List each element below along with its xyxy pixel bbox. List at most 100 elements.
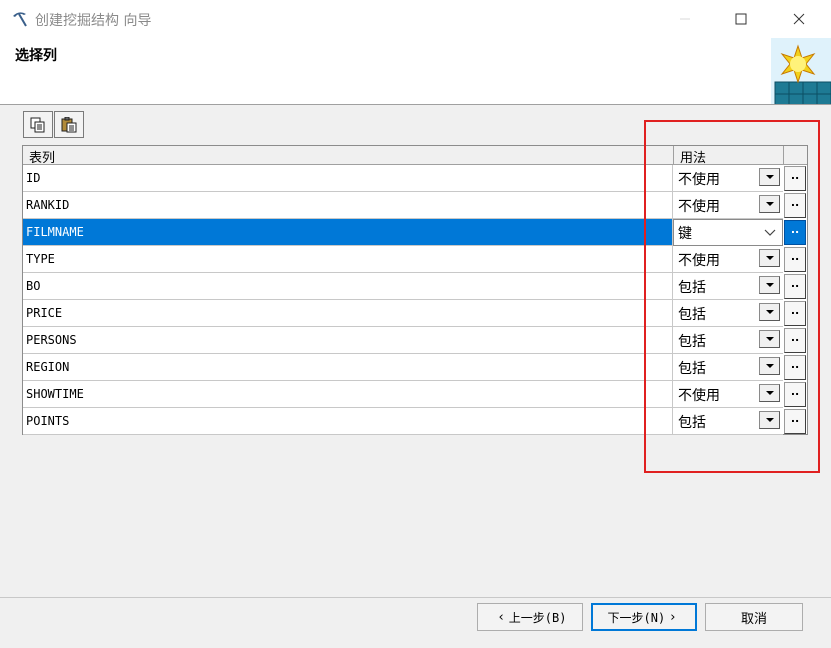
table-row-selected[interactable]: FILMNAME 键 .. (23, 219, 807, 246)
cancel-button[interactable]: 取消 (705, 603, 803, 631)
table-row[interactable]: POINTS 包括 .. (23, 408, 807, 435)
usage-combo[interactable]: 包括 (673, 273, 783, 300)
maximize-icon (735, 13, 747, 25)
more-button[interactable]: .. (784, 220, 806, 245)
minimize-icon (680, 18, 690, 20)
chevron-down-icon (765, 283, 774, 287)
grid-header: 表列 用法 (23, 146, 807, 166)
dropdown-button[interactable] (759, 330, 780, 348)
usage-value: 包括 (678, 415, 706, 431)
usage-value: 包括 (678, 334, 706, 350)
copy-button[interactable] (23, 111, 53, 138)
chevron-down-icon (765, 310, 774, 314)
chevron-down-icon (765, 364, 774, 368)
usage-value: 包括 (678, 307, 706, 323)
usage-combo-active[interactable]: 键 (673, 219, 783, 246)
wizard-sun-cube-icon (771, 38, 831, 106)
close-button[interactable] (776, 0, 822, 38)
back-button-label: 上一步(B) (508, 610, 567, 625)
more-button[interactable]: .. (784, 355, 806, 380)
column-name-cell[interactable]: TYPE (23, 246, 673, 273)
column-divider[interactable] (783, 146, 784, 165)
more-button[interactable]: .. (784, 382, 806, 407)
table-row[interactable]: SHOWTIME 不使用 .. (23, 381, 807, 408)
next-button[interactable]: 下一步(N) › (591, 603, 697, 631)
close-icon (793, 13, 805, 25)
usage-combo[interactable]: 包括 (673, 327, 783, 354)
page-title: 选择列 (15, 48, 57, 64)
copy-icon (30, 117, 45, 132)
table-row[interactable]: REGION 包括 .. (23, 354, 807, 381)
dropdown-button[interactable] (759, 195, 780, 213)
chevron-down-icon (765, 175, 774, 179)
column-name-cell[interactable]: SHOWTIME (23, 381, 673, 408)
dropdown-button[interactable] (759, 357, 780, 375)
chevron-down-icon[interactable] (764, 227, 776, 237)
chevron-left-icon: ‹ (498, 609, 504, 625)
more-button[interactable]: .. (784, 166, 806, 191)
cancel-button-label: 取消 (740, 611, 767, 627)
dropdown-button[interactable] (759, 411, 780, 429)
more-button[interactable]: .. (784, 247, 806, 272)
table-row[interactable]: TYPE 不使用 .. (23, 246, 807, 273)
column-header-usage: 用法 (680, 151, 707, 166)
usage-combo[interactable]: 不使用 (673, 165, 783, 192)
back-button[interactable]: ‹ 上一步(B) (477, 603, 583, 631)
dropdown-button[interactable] (759, 249, 780, 267)
window-title: 创建挖掘结构 向导 (35, 13, 152, 29)
usage-value: 不使用 (678, 253, 720, 269)
usage-combo[interactable]: 包括 (673, 408, 783, 435)
table-row[interactable]: PRICE 包括 .. (23, 300, 807, 327)
usage-combo[interactable]: 不使用 (673, 381, 783, 408)
table-row[interactable]: PERSONS 包括 .. (23, 327, 807, 354)
chevron-right-icon: › (670, 609, 676, 625)
usage-value: 包括 (678, 361, 706, 377)
column-name-cell[interactable]: BO (23, 273, 673, 300)
dropdown-button[interactable] (759, 303, 780, 321)
chevron-down-icon (765, 391, 774, 395)
wizard-header: 选择列 (0, 38, 831, 106)
column-header-table-column: 表列 (29, 151, 56, 166)
column-name-cell[interactable]: REGION (23, 354, 673, 381)
column-divider[interactable] (673, 146, 674, 165)
column-name-cell[interactable]: ID (23, 165, 673, 192)
maximize-button[interactable] (718, 0, 764, 38)
more-button[interactable]: .. (784, 409, 806, 434)
more-button[interactable]: .. (784, 274, 806, 299)
table-row[interactable]: BO 包括 .. (23, 273, 807, 300)
usage-combo[interactable]: 不使用 (673, 192, 783, 219)
wizard-footer: ‹ 上一步(B) 下一步(N) › 取消 (0, 598, 831, 648)
usage-value: 不使用 (678, 199, 720, 215)
column-name-cell[interactable]: PERSONS (23, 327, 673, 354)
paste-button[interactable] (54, 111, 84, 138)
columns-grid: 表列 用法 ID 不使用 .. RANKID 不使用 .. FILMNAME 键… (22, 145, 808, 435)
title-bar: 创建挖掘结构 向导 (0, 0, 831, 38)
dropdown-button[interactable] (759, 168, 780, 186)
usage-value: 包括 (678, 280, 706, 296)
pickaxe-icon (11, 10, 29, 28)
column-name-cell[interactable]: PRICE (23, 300, 673, 327)
more-button[interactable]: .. (784, 328, 806, 353)
next-button-label: 下一步(N) (607, 610, 666, 625)
more-button[interactable]: .. (784, 301, 806, 326)
usage-combo[interactable]: 包括 (673, 300, 783, 327)
column-name-cell[interactable]: POINTS (23, 408, 673, 435)
usage-combo[interactable]: 不使用 (673, 246, 783, 273)
paste-icon (61, 116, 77, 132)
column-name-cell[interactable]: FILMNAME (23, 219, 673, 246)
dropdown-button[interactable] (759, 384, 780, 402)
content-panel: 表列 用法 ID 不使用 .. RANKID 不使用 .. FILMNAME 键… (0, 105, 831, 597)
usage-value: 不使用 (678, 172, 720, 188)
dropdown-button[interactable] (759, 276, 780, 294)
minimize-button[interactable] (662, 0, 708, 38)
table-row[interactable]: ID 不使用 .. (23, 165, 807, 192)
more-button[interactable]: .. (784, 193, 806, 218)
column-name-cell[interactable]: RANKID (23, 192, 673, 219)
chevron-down-icon (765, 202, 774, 206)
usage-value: 键 (678, 226, 692, 242)
chevron-down-icon (765, 418, 774, 422)
usage-combo[interactable]: 包括 (673, 354, 783, 381)
table-row[interactable]: RANKID 不使用 .. (23, 192, 807, 219)
chevron-down-icon (765, 256, 774, 260)
usage-value: 不使用 (678, 388, 720, 404)
